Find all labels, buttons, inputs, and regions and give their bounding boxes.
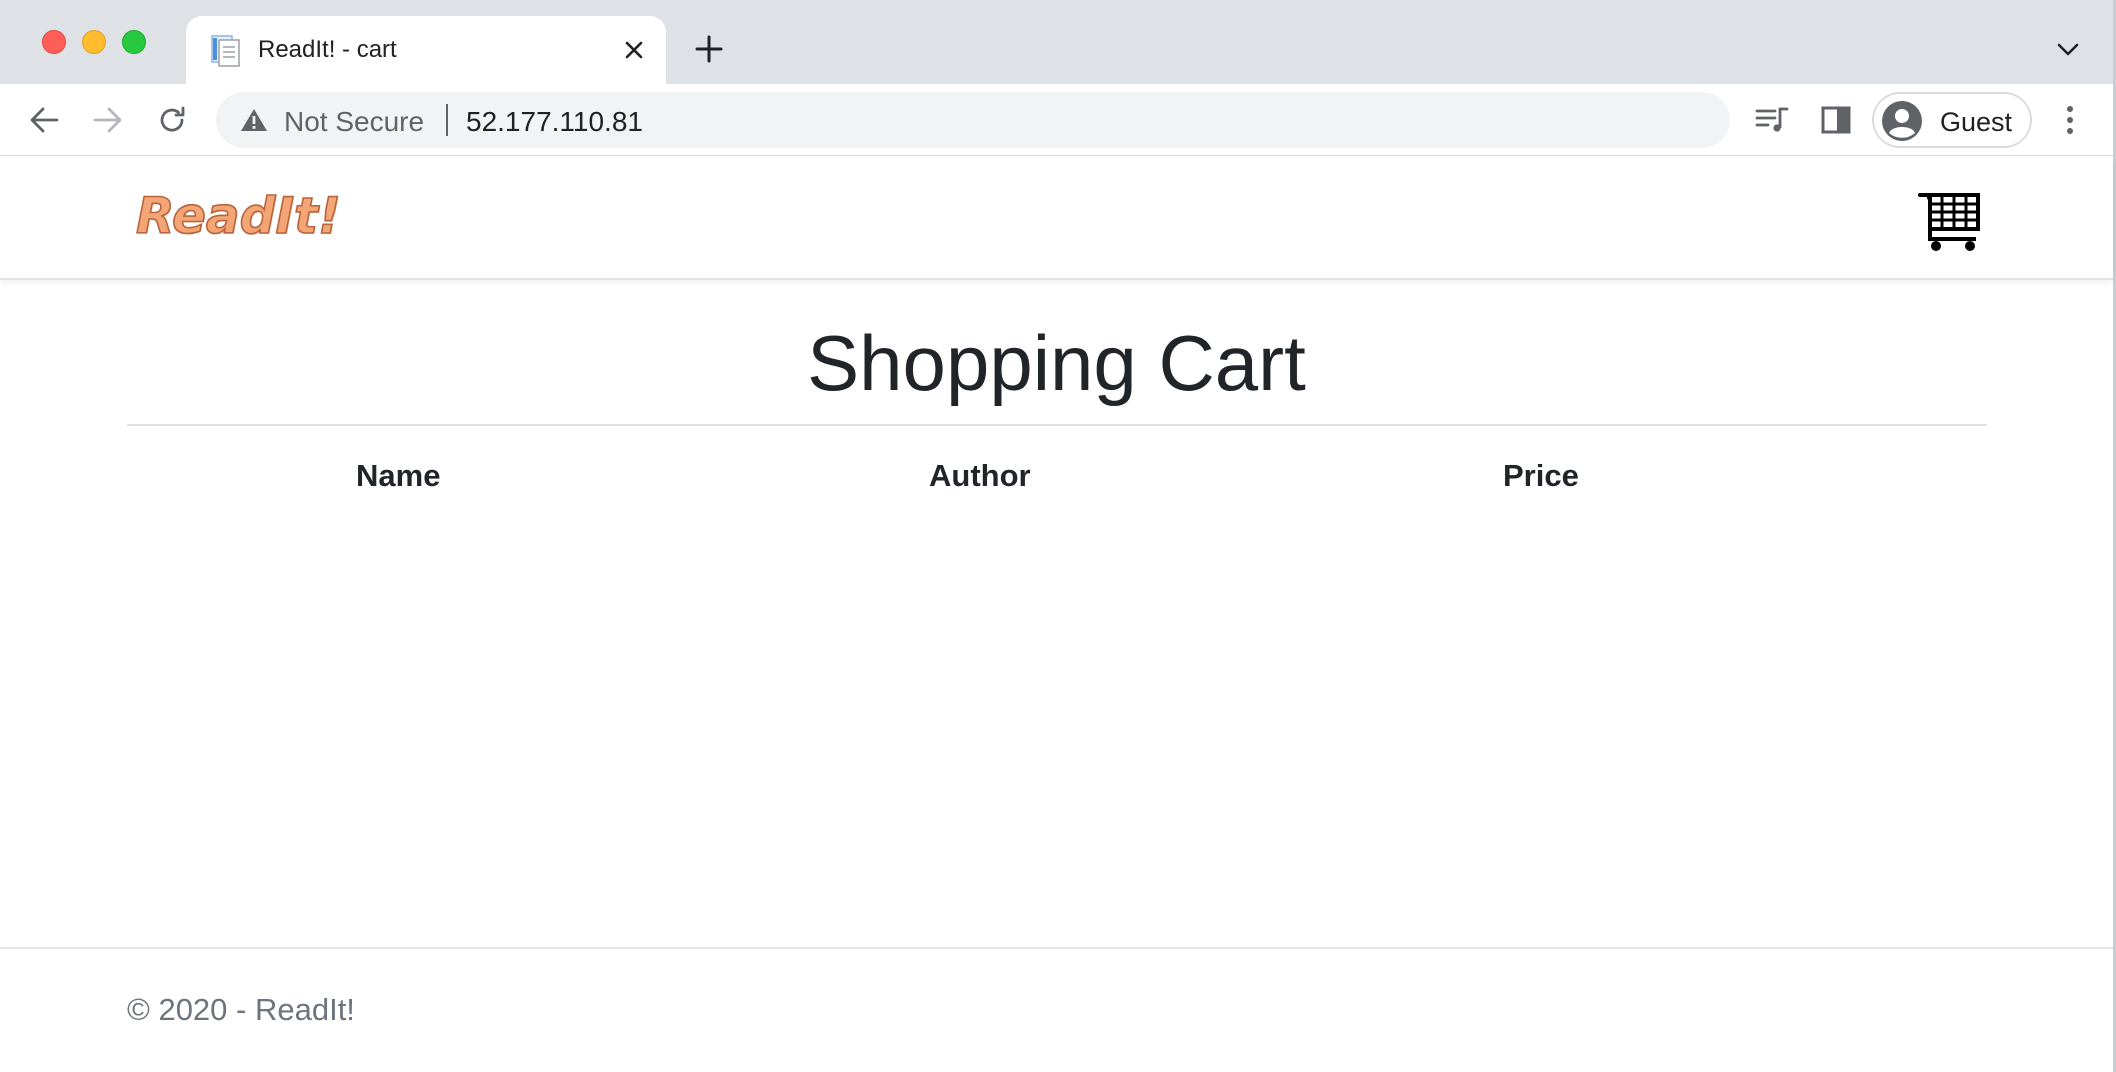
tab-title: ReadIt! - cart: [258, 36, 397, 63]
column-header-author: Author: [929, 458, 1031, 493]
column-header-name: Name: [356, 458, 441, 493]
document-icon: [211, 35, 240, 67]
omnibox-divider: [446, 104, 448, 136]
tab-close-button[interactable]: [618, 34, 650, 66]
browser-menu-button[interactable]: [2050, 100, 2090, 140]
address-bar[interactable]: Not Secure 52.177.110.81: [216, 92, 1730, 148]
tab-active[interactable]: ReadIt! - cart: [186, 16, 666, 84]
footer-copyright: © 2020 - ReadIt!: [127, 992, 355, 1027]
chevron-down-icon: [2057, 43, 2079, 56]
divider: [127, 424, 1987, 426]
tab-strip: ReadIt! - cart: [0, 0, 2113, 84]
browser-window: ReadIt! - cart Not Secure 52.177.110.81 …: [0, 0, 2116, 1072]
profile-name: Guest: [1940, 107, 2013, 137]
tab-search-button[interactable]: [2054, 36, 2082, 64]
side-panel-button[interactable]: [1816, 100, 1856, 140]
reload-button[interactable]: [152, 100, 192, 140]
footer-divider: [0, 947, 2113, 949]
media-control-button[interactable]: [1752, 100, 1792, 140]
back-arrow-icon: [30, 107, 59, 133]
browser-toolbar: Not Secure 52.177.110.81 Guest: [0, 84, 2113, 156]
window-zoom-button[interactable]: [122, 30, 146, 54]
avatar-icon: [1882, 101, 1922, 141]
page-title: Shopping Cart: [807, 319, 1306, 407]
reload-icon: [160, 106, 185, 132]
back-button[interactable]: [24, 100, 64, 140]
brand-logo[interactable]: ReadIt!: [135, 186, 341, 246]
window-minimize-button[interactable]: [82, 30, 106, 54]
security-status[interactable]: Not Secure: [284, 106, 424, 138]
column-header-price: Price: [1503, 458, 1579, 493]
side-panel-icon: [1821, 106, 1851, 134]
profile-button[interactable]: Guest: [1872, 92, 2032, 148]
kebab-menu-icon: [2067, 106, 2073, 134]
close-icon: [625, 41, 643, 59]
site-navbar: ReadIt!: [0, 157, 2113, 280]
media-queue-icon: [1755, 107, 1789, 132]
forward-arrow-icon: [93, 107, 122, 133]
window-close-button[interactable]: [42, 30, 66, 54]
plus-icon: [695, 35, 723, 63]
forward-button[interactable]: [88, 100, 128, 140]
warning-icon: [241, 109, 267, 131]
shopping-cart-icon[interactable]: [1918, 187, 1982, 253]
url-text[interactable]: 52.177.110.81: [466, 106, 643, 138]
new-tab-button[interactable]: [692, 32, 726, 66]
